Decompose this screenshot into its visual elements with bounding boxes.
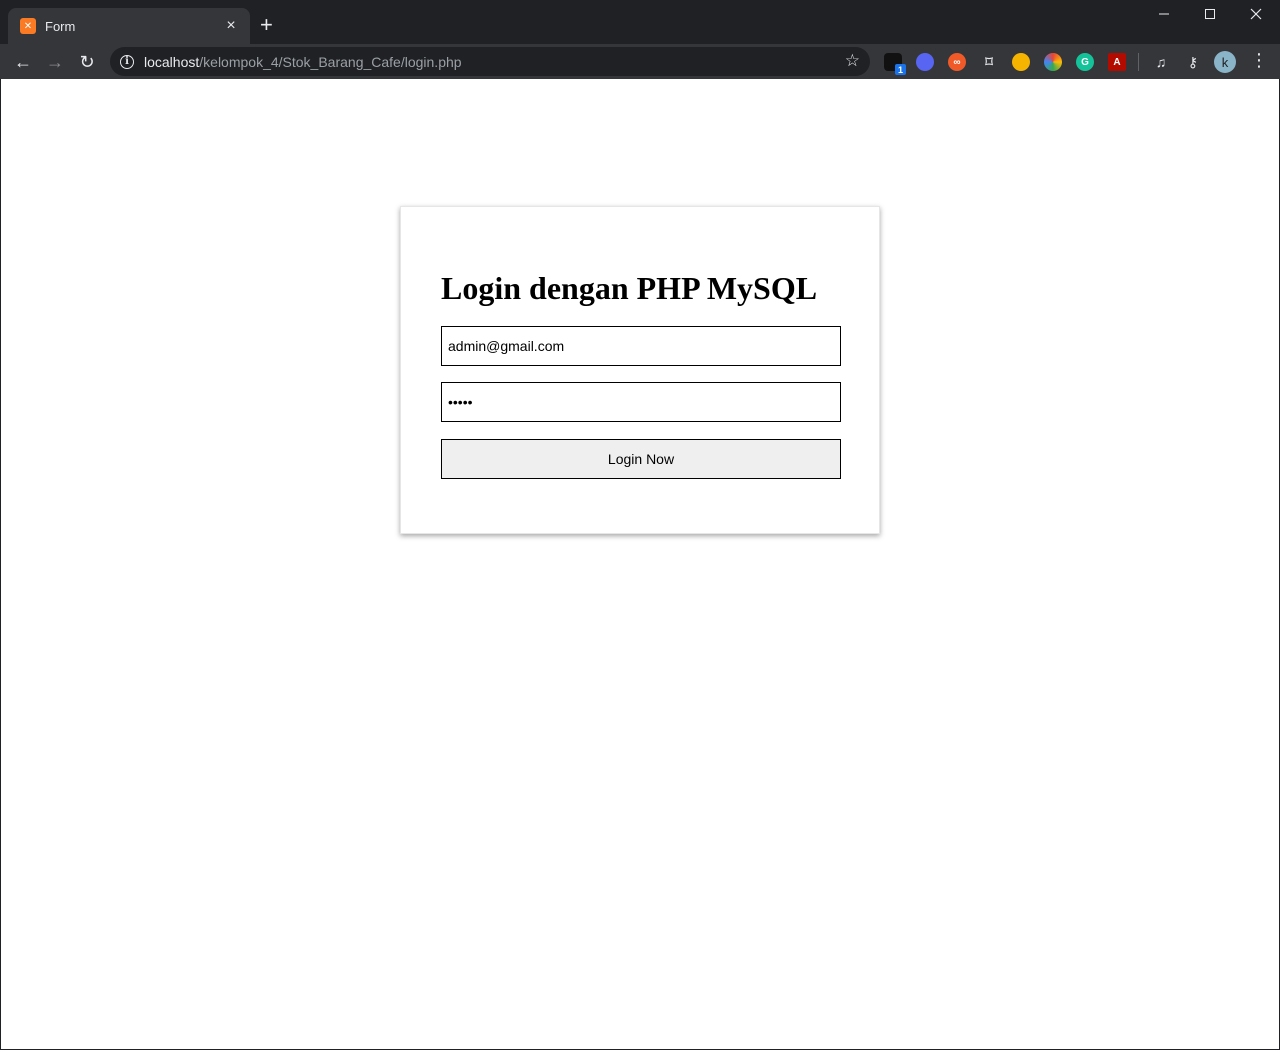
window-close-icon: [1250, 8, 1262, 20]
password-value: •••••: [448, 394, 473, 410]
extension-box-icon[interactable]: 1: [884, 53, 906, 75]
url-path: /kelompok_4/Stok_Barang_Cafe/login.php: [199, 53, 462, 70]
reload-button[interactable]: ↻: [73, 48, 101, 76]
pdf-extension-icon[interactable]: A: [1108, 53, 1126, 71]
tab-title: Form: [45, 18, 76, 34]
address-bar[interactable]: i localhost/kelompok_4/Stok_Barang_Cafe/…: [110, 47, 870, 76]
url-text[interactable]: localhost/kelompok_4/Stok_Barang_Cafe/lo…: [144, 54, 462, 70]
extension-badge: 1: [895, 64, 906, 75]
forward-button[interactable]: →: [41, 48, 69, 76]
bookmark-star-icon[interactable]: ☆: [845, 51, 860, 71]
close-tab-icon[interactable]: ×: [222, 17, 240, 35]
owl-extension-icon[interactable]: [1012, 53, 1030, 71]
media-control-icon[interactable]: ♫: [1152, 53, 1170, 71]
email-field[interactable]: admin@gmail.com: [441, 326, 841, 366]
url-host: localhost: [144, 53, 200, 70]
key-icon[interactable]: ⚷: [1184, 53, 1202, 71]
browser-tab[interactable]: ✕ Form ×: [8, 8, 250, 44]
new-tab-button[interactable]: +: [260, 14, 273, 36]
password-field[interactable]: •••••: [441, 382, 841, 422]
login-button[interactable]: Login Now: [441, 439, 841, 479]
infinity-extension-icon[interactable]: ∞: [948, 53, 966, 71]
reload-icon: ↻: [79, 51, 95, 72]
minimize-button[interactable]: [1141, 4, 1187, 28]
email-value: admin@gmail.com: [448, 338, 565, 354]
maximize-button[interactable]: [1187, 4, 1233, 28]
login-heading: Login dengan PHP MySQL: [441, 270, 818, 306]
profile-avatar[interactable]: k: [1214, 51, 1236, 73]
tab-strip: ✕ Form × +: [0, 0, 1280, 44]
site-info-icon[interactable]: i: [120, 54, 134, 69]
bookmark-extension-icon[interactable]: ⌑: [980, 53, 998, 71]
maximize-icon: [1205, 9, 1215, 19]
minimize-icon: [1159, 13, 1169, 15]
menu-icon[interactable]: ⋮: [1250, 50, 1268, 74]
window-close-button[interactable]: [1233, 4, 1279, 28]
back-button[interactable]: ←: [9, 48, 37, 76]
back-arrow-icon: ←: [14, 51, 32, 72]
color-picker-extension-icon[interactable]: [1044, 53, 1062, 71]
forward-arrow-icon: →: [46, 51, 64, 72]
page-viewport: Login dengan PHP MySQL admin@gmail.com •…: [1, 79, 1279, 1049]
login-card: Login dengan PHP MySQL admin@gmail.com •…: [400, 206, 880, 534]
toolbar-separator: [1138, 53, 1139, 71]
xampp-favicon-icon: ✕: [20, 18, 36, 34]
grammarly-extension-icon[interactable]: G: [1076, 53, 1094, 71]
browser-toolbar: ← → ↻ i localhost/kelompok_4/Stok_Barang…: [0, 44, 1280, 79]
discord-extension-icon[interactable]: [916, 53, 934, 71]
